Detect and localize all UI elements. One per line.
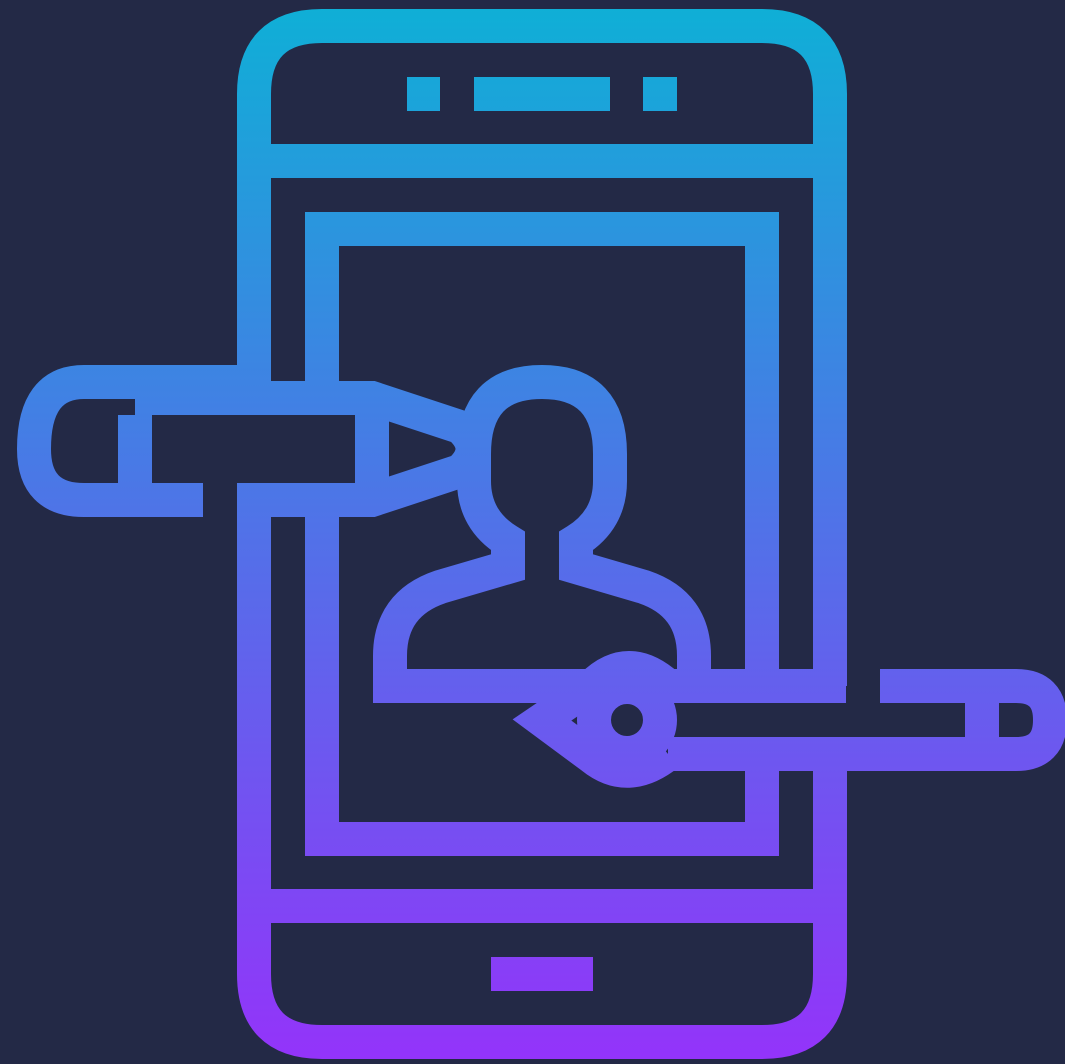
home-button-bar xyxy=(491,957,593,991)
right-pencil-knob xyxy=(577,670,677,770)
mobile-profile-editing-icon xyxy=(16,9,1065,1059)
front-camera-dot-right xyxy=(643,77,677,111)
front-camera-dot-left xyxy=(407,77,440,111)
icon-canvas xyxy=(0,0,1065,1064)
left-pencil-body xyxy=(16,365,490,517)
speaker-slot xyxy=(474,77,610,111)
